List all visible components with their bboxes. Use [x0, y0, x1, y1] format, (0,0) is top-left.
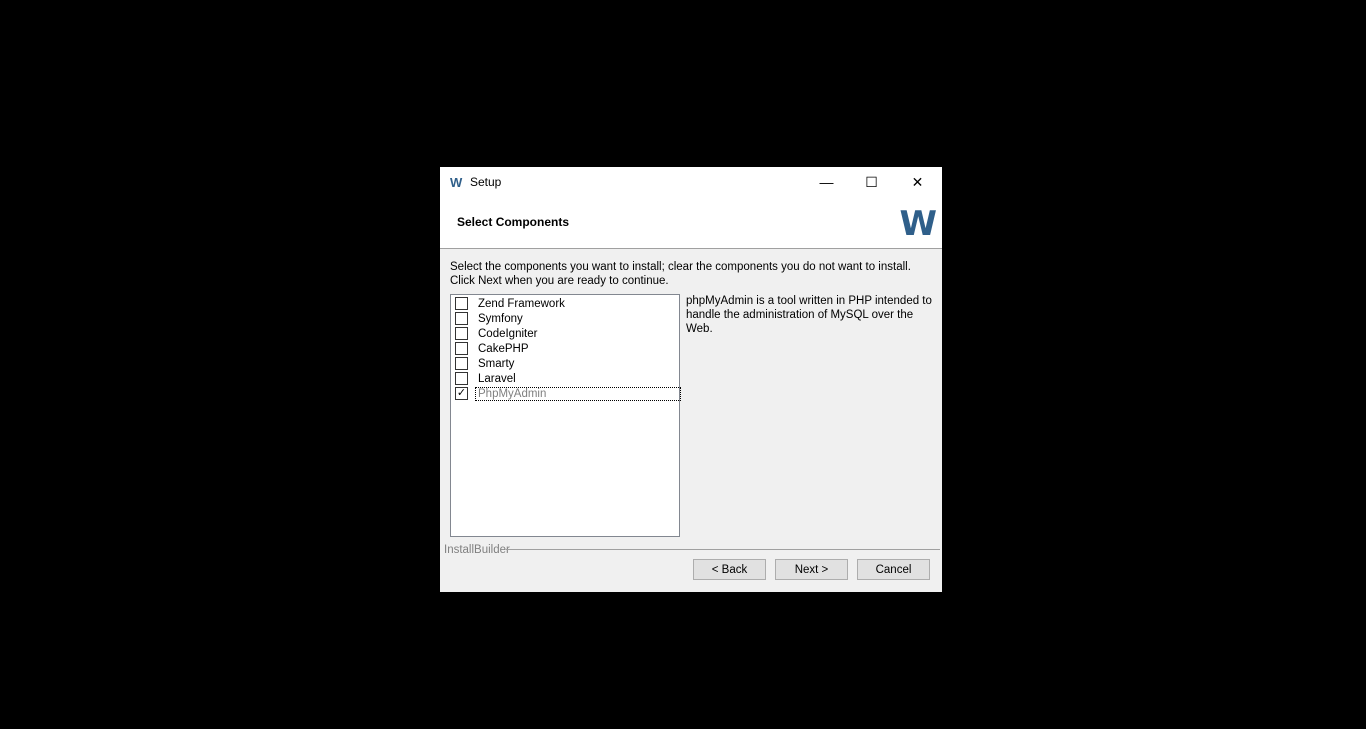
component-label: Laravel	[478, 372, 516, 385]
component-description: phpMyAdmin is a tool written in PHP inte…	[686, 295, 932, 335]
components-list[interactable]: Zend Framework Symfony CodeIgniter CakePHP S…	[450, 294, 681, 537]
cancel-button[interactable]: Cancel	[857, 559, 930, 580]
component-label: Smarty	[478, 357, 515, 370]
component-label: Symfony	[478, 312, 523, 325]
installer-brand: InstallBuilder	[444, 544, 510, 556]
component-row[interactable]: Zend Framework	[455, 296, 567, 311]
footer-divider	[506, 549, 940, 550]
component-label: CakePHP	[478, 342, 529, 355]
window-title: Setup	[470, 175, 502, 189]
component-row[interactable]: Laravel	[455, 371, 518, 386]
component-row[interactable]: Smarty	[455, 356, 516, 371]
component-checkbox[interactable]	[455, 357, 468, 370]
minimize-button[interactable]: —	[804, 167, 849, 197]
minimize-icon: —	[819, 174, 834, 190]
component-row[interactable]: ✓ PhpMyAdmin	[455, 386, 681, 401]
component-checkbox[interactable]	[455, 297, 468, 310]
page-header: Select Components W	[440, 198, 942, 249]
component-label: Zend Framework	[478, 297, 565, 310]
component-row[interactable]: CodeIgniter	[455, 326, 539, 341]
component-label: PhpMyAdmin	[475, 386, 681, 401]
title-bar[interactable]: W Setup — ☐ ✕	[440, 167, 942, 198]
component-label: CodeIgniter	[478, 327, 538, 340]
close-button[interactable]: ✕	[895, 167, 940, 197]
logo: W	[899, 204, 936, 244]
component-checkbox[interactable]: ✓	[455, 387, 468, 400]
app-icon: W	[450, 175, 462, 190]
page-title: Select Components	[457, 215, 570, 229]
maximize-button[interactable]: ☐	[849, 167, 894, 197]
component-row[interactable]: Symfony	[455, 311, 525, 326]
next-button[interactable]: Next >	[775, 559, 848, 580]
close-icon: ✕	[911, 173, 924, 190]
maximize-icon: ☐	[865, 173, 878, 190]
component-row[interactable]: CakePHP	[455, 341, 531, 356]
component-checkbox[interactable]	[455, 312, 468, 325]
component-checkbox[interactable]	[455, 342, 468, 355]
component-checkbox[interactable]	[455, 372, 468, 385]
back-button[interactable]: < Back	[693, 559, 766, 580]
setup-window: W Setup — ☐ ✕ Select Components W Select…	[440, 167, 942, 592]
component-checkbox[interactable]	[455, 327, 468, 340]
instructions-text: Select the components you want to instal…	[450, 261, 911, 287]
